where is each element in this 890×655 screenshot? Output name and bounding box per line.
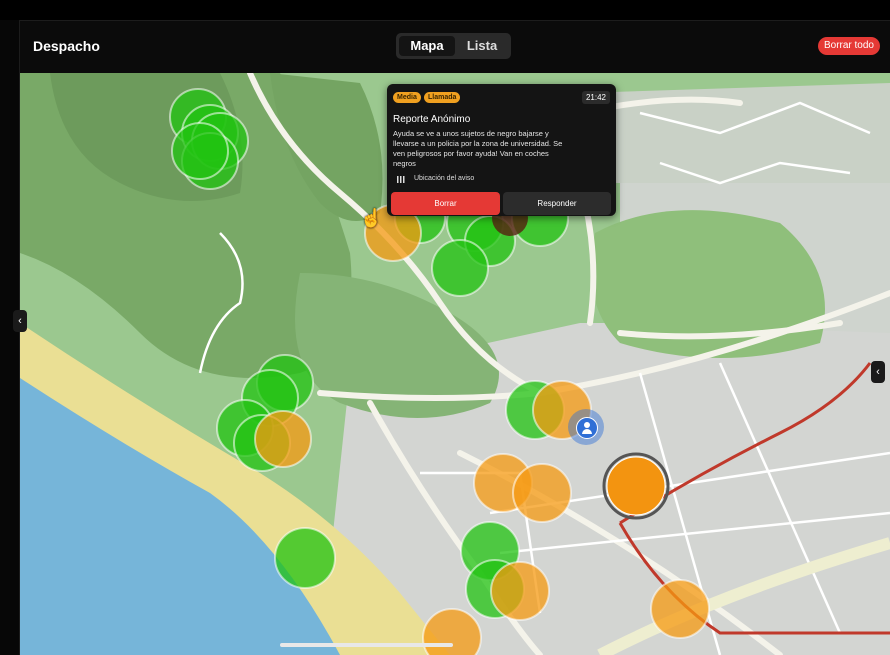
location-icon [397, 176, 405, 183]
left-sidebar [0, 20, 20, 655]
hand-cursor-icon: ☝ [360, 208, 383, 228]
right-collapse-button[interactable]: ‹ [871, 361, 885, 383]
chevron-left-icon: ‹ [18, 315, 22, 327]
clear-all-button[interactable]: Borrar todo [817, 37, 880, 55]
call-title: Reporte Anónimo [393, 114, 471, 125]
call-description: Ayuda se ve a unos sujetos de negro baja… [393, 129, 563, 168]
top-strip [0, 0, 890, 21]
scroll-indicator[interactable] [280, 643, 453, 647]
user-icon [576, 417, 598, 439]
tab-list[interactable]: Lista [457, 36, 507, 56]
user-location-marker[interactable] [568, 409, 604, 445]
type-badge: Llamada [424, 92, 461, 103]
call-popup: Media Llamada 21:42 Reporte Anónimo Ayud… [387, 84, 616, 216]
left-collapse-button[interactable]: ‹ [13, 310, 27, 332]
priority-badge: Media [393, 92, 421, 103]
location-link[interactable]: Ubicación del aviso [414, 175, 474, 182]
tab-map[interactable]: Mapa [399, 36, 455, 56]
view-toggle: Mapa Lista [396, 33, 511, 59]
chevron-left-icon: ‹ [876, 366, 880, 378]
page-title: Despacho [33, 38, 100, 54]
dispatch-header: Despacho Mapa Lista Borrar todo [20, 21, 890, 73]
reply-call-button[interactable]: Responder [503, 192, 611, 215]
delete-call-button[interactable]: Borrar [391, 192, 500, 215]
call-time: 21:42 [581, 91, 610, 104]
